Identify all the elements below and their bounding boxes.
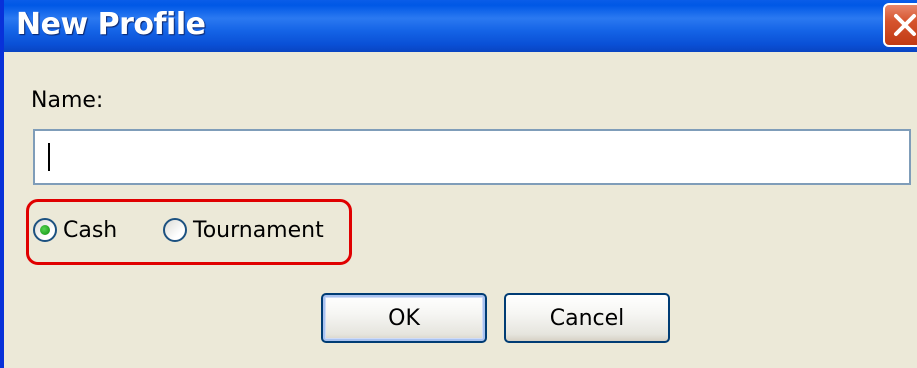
name-input[interactable] xyxy=(33,129,911,185)
radio-cash-circle[interactable] xyxy=(33,218,57,242)
title-bar[interactable]: New Profile xyxy=(4,0,917,52)
radio-tournament-circle[interactable] xyxy=(163,218,187,242)
text-caret xyxy=(48,143,50,171)
radio-tournament[interactable]: Tournament xyxy=(163,216,324,244)
window-title: New Profile xyxy=(16,7,206,42)
close-button[interactable] xyxy=(883,3,917,47)
dialog-window: New Profile Name: Cash Tournament OK Can… xyxy=(0,0,917,368)
name-label: Name: xyxy=(31,88,104,113)
radio-checked-dot xyxy=(40,225,50,235)
radio-tournament-label[interactable]: Tournament xyxy=(193,218,324,243)
cancel-button[interactable]: Cancel xyxy=(504,293,670,343)
radio-cash[interactable]: Cash xyxy=(33,216,117,244)
close-x-icon xyxy=(894,14,916,36)
radio-cash-label[interactable]: Cash xyxy=(63,218,117,243)
ok-button[interactable]: OK xyxy=(321,293,487,343)
